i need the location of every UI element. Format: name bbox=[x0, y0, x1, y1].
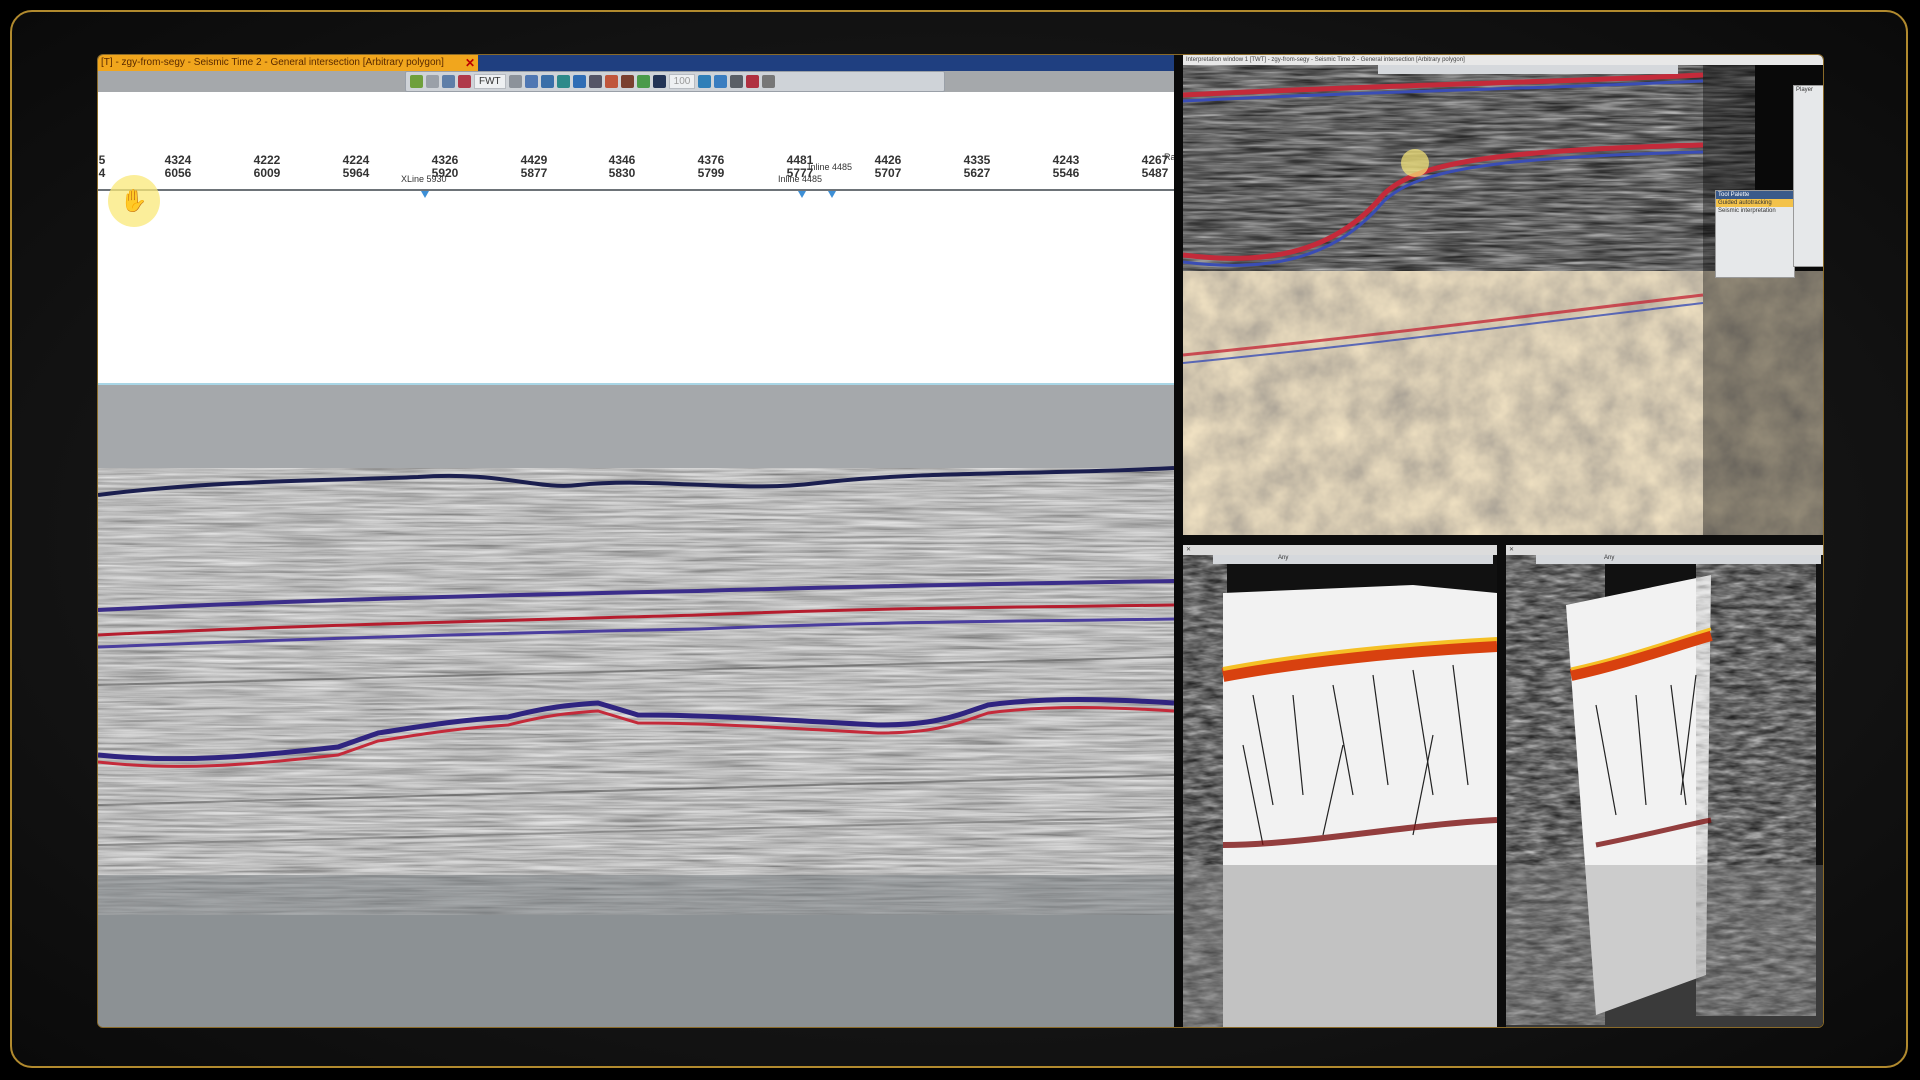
marker-icon[interactable] bbox=[762, 75, 776, 88]
3d-toolbar[interactable] bbox=[1378, 65, 1678, 74]
bars-icon[interactable] bbox=[508, 75, 522, 88]
xline-marker-label: XLine 5930 bbox=[401, 174, 447, 184]
axis-ruler bbox=[98, 189, 1174, 191]
paint-icon[interactable] bbox=[604, 75, 618, 88]
layer-select[interactable]: Any bbox=[1604, 555, 1614, 561]
pick-icon[interactable] bbox=[698, 75, 712, 88]
3d-window-title: Interpretation window 1 [TWT] - zgy-from… bbox=[1183, 55, 1823, 65]
axis-tick: 4429 5877 bbox=[520, 153, 548, 180]
layer-select[interactable]: Any bbox=[1278, 555, 1288, 561]
palette-title: Tool Palette bbox=[1716, 191, 1794, 199]
window-title-strip: ✕ bbox=[1183, 545, 1497, 555]
bottom-shade bbox=[98, 875, 1174, 1027]
palette-item-seismic-interpretation[interactable]: Seismic interpretation bbox=[1716, 207, 1794, 215]
people-icon[interactable] bbox=[620, 75, 634, 88]
axis-tick: 4346 5830 bbox=[608, 153, 636, 180]
home-icon[interactable] bbox=[524, 75, 538, 88]
refresh-icon[interactable] bbox=[410, 75, 423, 88]
3d-seismic-view[interactable] bbox=[1183, 55, 1823, 535]
zoom-icon[interactable] bbox=[588, 75, 602, 88]
window-tab[interactable]: [T] - zgy-from-segy - Seismic Time 2 - G… bbox=[98, 55, 478, 71]
window-toolbar: FWT 100 bbox=[405, 71, 945, 92]
value-field[interactable]: 100 bbox=[668, 74, 696, 89]
player-title: Player bbox=[1796, 87, 1814, 93]
grid-icon[interactable] bbox=[652, 75, 666, 88]
inline-marker[interactable] bbox=[798, 191, 806, 198]
pointer-icon[interactable] bbox=[426, 75, 439, 88]
axis-tick: 4335 5627 bbox=[963, 153, 991, 180]
layers-icon[interactable] bbox=[572, 75, 586, 88]
tool-palette[interactable]: Tool Palette Guided autotracking Seismic… bbox=[1715, 190, 1795, 278]
eye-icon[interactable] bbox=[540, 75, 554, 88]
domain-select[interactable]: FWT bbox=[474, 74, 506, 89]
3d-window-bottom-right[interactable]: ✕ Any bbox=[1506, 545, 1823, 1027]
inline-marker-label: Inline 4485 bbox=[778, 174, 823, 184]
inline-marker-label: Inline 4485 bbox=[808, 162, 853, 172]
3d-toolbar[interactable] bbox=[1213, 555, 1493, 564]
window-title-bar: [T] - zgy-from-segy - Seismic Time 2 - G… bbox=[98, 55, 1174, 71]
axis-tick: 4376 5799 bbox=[697, 153, 725, 180]
screen-area: [T] - zgy-from-segy - Seismic Time 2 - G… bbox=[97, 54, 1824, 1028]
axis-tick: 4426 5707 bbox=[874, 153, 902, 180]
intersection-axis: 54 4324 6056 4222 6009 4224 5964 4326 5920 4… bbox=[98, 92, 1174, 220]
axis-tick: 4324 6056 bbox=[164, 153, 192, 180]
globe-icon[interactable] bbox=[556, 75, 570, 88]
fit-icon[interactable] bbox=[636, 75, 650, 88]
3d-fence-view[interactable] bbox=[1506, 545, 1823, 1027]
empty-section-area bbox=[98, 220, 1174, 385]
pin-icon[interactable] bbox=[746, 75, 760, 88]
close-icon[interactable]: ✕ bbox=[1509, 547, 1514, 553]
3d-window-bottom-left[interactable]: ✕ Any bbox=[1183, 545, 1497, 1027]
axis-edge-label: Ra bbox=[1164, 152, 1174, 162]
settings-icon[interactable] bbox=[730, 75, 744, 88]
axis-tick: 4224 5964 bbox=[342, 153, 370, 180]
window-icon[interactable] bbox=[714, 75, 728, 88]
inline-marker[interactable] bbox=[828, 191, 836, 198]
3d-toolbar[interactable] bbox=[1536, 555, 1821, 564]
view-icon[interactable] bbox=[442, 75, 455, 88]
xline-marker[interactable] bbox=[421, 191, 429, 198]
hand-cursor-icon: ✋ bbox=[108, 175, 160, 227]
window-title-strip: ✕ bbox=[1506, 545, 1823, 555]
axis-tick: 4222 6009 bbox=[253, 153, 281, 180]
window-title: [T] - zgy-from-segy - Seismic Time 2 - G… bbox=[101, 57, 444, 68]
close-icon[interactable]: ✕ bbox=[1186, 547, 1191, 553]
axis-tick: 4243 5546 bbox=[1052, 153, 1080, 180]
close-icon[interactable]: ✕ bbox=[462, 55, 478, 71]
interpretation-window-2d: [T] - zgy-from-segy - Seismic Time 2 - G… bbox=[98, 55, 1174, 1027]
palette-item-guided-autotracking[interactable]: Guided autotracking bbox=[1716, 199, 1794, 207]
window-divider[interactable] bbox=[1174, 55, 1183, 1027]
flag-icon[interactable] bbox=[458, 75, 471, 88]
3d-window-top[interactable]: Interpretation window 1 [TWT] - zgy-from… bbox=[1183, 55, 1823, 535]
player-panel[interactable]: Player bbox=[1793, 85, 1823, 267]
3d-attribute-view[interactable] bbox=[1183, 545, 1497, 1027]
